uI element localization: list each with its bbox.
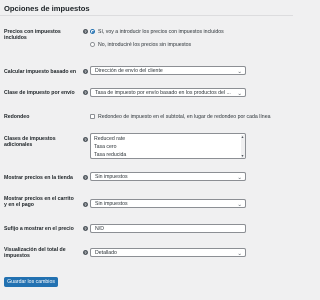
price-suffix-input[interactable]: N/D (90, 224, 246, 233)
chevron-down-icon: ⌄ (237, 90, 242, 97)
additional-classes-label: Clases de impuestos adicionales (4, 136, 56, 149)
display-in-shop-label: Mostrar precios en la tienda (4, 174, 73, 181)
rounding-checkbox-label[interactable]: Redondeo de impuesto en el subtotal, en … (98, 114, 270, 120)
heading-divider (0, 15, 293, 16)
radio-prices-incl-yes-label[interactable]: Sí, voy a introducir los precios con imp… (98, 29, 224, 35)
shipping-tax-class-value: Tasa de impuesto por envío basado en los… (95, 90, 231, 96)
additional-class-line: Tasa reducida (94, 151, 127, 158)
additional-class-line: Tasa cero (94, 143, 117, 150)
radio-prices-incl-no-label[interactable]: No, introduciré los precios sin impuesto… (98, 42, 191, 48)
display-in-shop-value: Sin impuestos (95, 174, 128, 180)
calc-based-on-label: Calcular impuesto basado en (4, 68, 77, 75)
display-in-shop-select[interactable]: Sin impuestos ⌄ (90, 172, 246, 181)
shipping-tax-class-select[interactable]: Tasa de impuesto por envío basado en los… (90, 88, 246, 97)
display-in-cart-label: Mostrar precios en el carrito y en el pa… (4, 196, 74, 209)
totals-display-select[interactable]: Detallado ⌄ (90, 248, 246, 257)
chevron-down-icon: ⌄ (237, 201, 242, 208)
rounding-checkbox[interactable] (90, 114, 95, 119)
calc-based-on-value: Dirección de envío del cliente (95, 68, 163, 74)
totals-display-label: Visualización del total de impuestos (4, 247, 66, 260)
rounding-label: Redondeo (4, 113, 30, 120)
textarea-scrollbar[interactable]: ▲ ▼ (240, 134, 245, 158)
chevron-down-icon: ⌄ (237, 174, 242, 181)
help-icon[interactable]: ? (83, 69, 88, 74)
price-suffix-value: N/D (95, 226, 104, 232)
chevron-down-icon: ⌄ (237, 250, 242, 257)
radio-prices-incl-no[interactable] (90, 42, 95, 47)
help-icon[interactable]: ? (83, 202, 88, 207)
display-in-cart-select[interactable]: Sin impuestos ⌄ (90, 199, 246, 208)
help-icon[interactable]: ? (83, 137, 88, 142)
additional-classes-textarea[interactable]: Reduced rate Tasa cero Tasa reducida ▲ ▼ (90, 133, 246, 159)
scroll-down-icon[interactable]: ▼ (241, 154, 245, 158)
prices-incl-tax-label: Precios con impuestos incluidos (4, 29, 61, 42)
help-icon[interactable]: ? (83, 175, 88, 180)
additional-class-line: Reduced rate (94, 135, 126, 142)
help-icon[interactable]: ? (83, 29, 88, 34)
scroll-up-icon[interactable]: ▲ (241, 135, 245, 139)
help-icon[interactable]: ? (83, 90, 88, 95)
radio-prices-incl-yes[interactable] (90, 29, 95, 34)
calc-based-on-select[interactable]: Dirección de envío del cliente ⌄ (90, 66, 246, 75)
help-icon[interactable]: ? (83, 226, 88, 231)
price-suffix-label: Sufijo a mostrar en el precio (4, 225, 74, 232)
totals-display-value: Detallado (95, 250, 117, 256)
page-title: Opciones de impuestos (4, 4, 90, 13)
shipping-tax-class-label: Clase de impuesto por envío (4, 89, 75, 96)
display-in-cart-value: Sin impuestos (95, 201, 128, 207)
save-button[interactable]: Guardar los cambios (4, 277, 58, 287)
chevron-down-icon: ⌄ (237, 68, 242, 75)
help-icon[interactable]: ? (83, 250, 88, 255)
